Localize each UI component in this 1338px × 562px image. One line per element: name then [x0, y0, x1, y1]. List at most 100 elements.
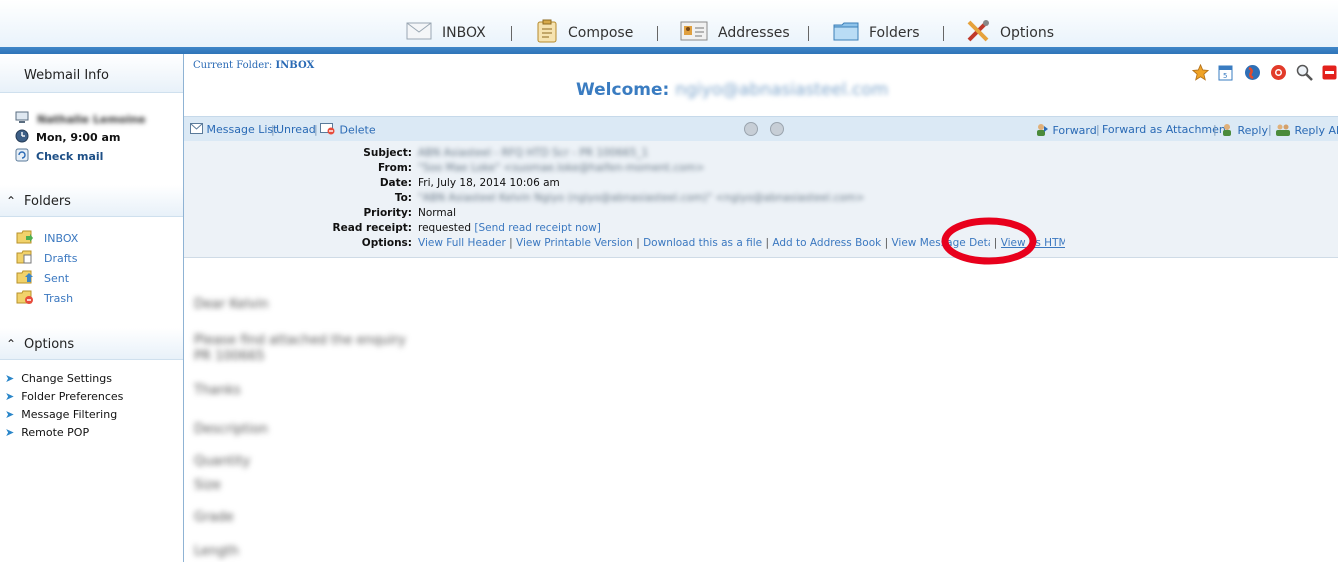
globe-icon[interactable]: [1244, 64, 1261, 85]
help-lifebuoy-icon[interactable]: [1270, 64, 1287, 85]
reply-all-button[interactable]: Reply All: [1275, 123, 1338, 139]
welcome-label: Welcome:: [576, 80, 670, 100]
tools-icon: [966, 19, 990, 47]
drafts-folder-icon: [16, 250, 34, 267]
body-line: Grade: [194, 510, 234, 525]
address-card-icon: [680, 21, 708, 45]
nav-addresses[interactable]: Addresses: [680, 20, 790, 46]
message-list-button[interactable]: Message List: [190, 123, 277, 137]
inbox-folder-icon: [16, 230, 34, 247]
clock-icon: [15, 129, 29, 146]
read-receipt-row: requested [Send read receipt now]: [418, 222, 601, 234]
search-icon[interactable]: [1296, 64, 1313, 85]
toolbar-separator: |: [1213, 123, 1217, 136]
delete-button[interactable]: Delete: [320, 123, 376, 138]
next-message-icon[interactable]: [770, 122, 784, 136]
forward-person-icon: [1035, 123, 1049, 139]
folder-trash[interactable]: Trash: [16, 290, 73, 307]
date-value: Fri, July 18, 2014 10:06 am: [418, 177, 560, 189]
webmail-info-title: Webmail Info: [24, 68, 109, 83]
calendar-icon[interactable]: 5: [1218, 64, 1233, 85]
option-remote-pop[interactable]: ➤ Remote POP: [5, 426, 89, 439]
folders-header[interactable]: ⌃ Folders: [0, 185, 183, 217]
folder-inbox[interactable]: INBOX: [16, 230, 78, 247]
arrow-right-icon: ➤: [5, 390, 15, 403]
folder-sent-label: Sent: [44, 272, 70, 285]
current-folder-name[interactable]: INBOX: [275, 60, 314, 71]
toolbar-separator: |: [271, 123, 275, 136]
nav-inbox-label: INBOX: [442, 25, 486, 41]
welcome-banner: Welcome: ngiyo@abnasiasteel.com: [576, 80, 888, 100]
nav-folders[interactable]: Folders: [833, 20, 920, 46]
arrow-right-icon: ➤: [5, 408, 15, 421]
to-label: To:: [394, 192, 412, 204]
chevron-up-icon: ⌃: [6, 337, 17, 351]
delete-mail-icon: [320, 123, 336, 138]
subject-value: ABN Asiasteel - RFQ HTD Scr - PR 100665_…: [418, 147, 649, 159]
clipboard-icon: [536, 19, 558, 47]
reply-label: Reply: [1237, 124, 1268, 137]
star-icon[interactable]: [1191, 63, 1210, 85]
welcome-user: ngiyo@abnasiasteel.com: [675, 80, 889, 100]
option-change-settings[interactable]: ➤ Change Settings: [5, 372, 112, 385]
top-navigation: INBOX Compose Addresses Folders Options: [0, 0, 1338, 47]
option-remote-pop-label: Remote POP: [21, 426, 90, 439]
from-value: "Soo Mae Loke" <suomae.loke@haifen-momen…: [418, 162, 705, 174]
nav-inbox[interactable]: INBOX: [406, 20, 486, 46]
view-full-header-link[interactable]: View Full Header: [418, 237, 506, 249]
folders-title: Folders: [24, 194, 71, 209]
previous-message-icon[interactable]: [744, 122, 758, 136]
download-file-link[interactable]: Download this as a file: [643, 237, 762, 249]
read-receipt-value: requested: [418, 222, 472, 234]
forward-attachment-button[interactable]: Forward as Attachment: [1102, 123, 1230, 136]
webmail-info-header: Webmail Info: [0, 54, 183, 93]
option-folder-preferences-label: Folder Preferences: [21, 390, 124, 403]
view-printable-link[interactable]: View Printable Version: [516, 237, 633, 249]
arrow-right-icon: ➤: [5, 426, 15, 439]
toolbar-separator: |: [1096, 123, 1100, 136]
folder-inbox-label: INBOX: [44, 232, 79, 245]
add-address-book-link[interactable]: Add to Address Book: [772, 237, 881, 249]
trash-folder-icon: [16, 290, 34, 307]
unread-button[interactable]: Unread: [276, 123, 316, 136]
send-read-receipt-link[interactable]: [Send read receipt now]: [474, 222, 600, 234]
folder-sent[interactable]: Sent: [16, 270, 69, 287]
option-message-filtering[interactable]: ➤ Message Filtering: [5, 408, 117, 421]
options-header[interactable]: ⌃ Options: [0, 328, 183, 360]
option-message-filtering-label: Message Filtering: [21, 408, 118, 421]
toolbar-separator: |: [1268, 123, 1272, 136]
folder-drafts[interactable]: Drafts: [16, 250, 77, 267]
folder-trash-label: Trash: [44, 292, 74, 305]
refresh-icon: [15, 148, 29, 165]
nav-options-label: Options: [1000, 25, 1055, 41]
subject-label: Subject:: [363, 147, 412, 159]
logout-icon[interactable]: [1322, 65, 1337, 84]
current-folder: Current Folder: INBOX: [193, 60, 314, 71]
reply-person-icon: [1220, 123, 1234, 139]
nav-options[interactable]: Options: [966, 20, 1054, 46]
red-highlight-circle: [941, 217, 1037, 265]
reply-button[interactable]: Reply: [1220, 123, 1268, 139]
forward-button[interactable]: Forward: [1035, 123, 1097, 139]
to-value: "ABN Asiasteel Kelvin Ngiyo (ngiyo@abnas…: [418, 192, 865, 204]
header-divider: [0, 47, 1338, 54]
options-title: Options: [24, 337, 75, 352]
folder-icon: [833, 21, 859, 45]
nav-compose-label: Compose: [568, 25, 634, 41]
reply-all-label: Reply All: [1294, 124, 1338, 137]
from-label: From:: [377, 162, 412, 174]
check-mail-link[interactable]: Check mail: [15, 148, 103, 165]
folder-drafts-label: Drafts: [44, 252, 78, 265]
option-folder-preferences[interactable]: ➤ Folder Preferences: [5, 390, 123, 403]
body-line: PR 100665: [194, 349, 265, 364]
option-change-settings-label: Change Settings: [21, 372, 112, 385]
body-line: Quantity: [194, 454, 251, 469]
current-folder-label: Current Folder:: [193, 60, 273, 71]
svg-text:5: 5: [1223, 72, 1227, 80]
options-label: Options:: [361, 237, 412, 249]
nav-folders-label: Folders: [869, 25, 920, 41]
read-receipt-label: Read receipt:: [332, 222, 412, 234]
date-label: Date:: [379, 177, 412, 189]
body-line: Please find attached the enquiry: [194, 333, 406, 348]
nav-compose[interactable]: Compose: [536, 19, 634, 47]
